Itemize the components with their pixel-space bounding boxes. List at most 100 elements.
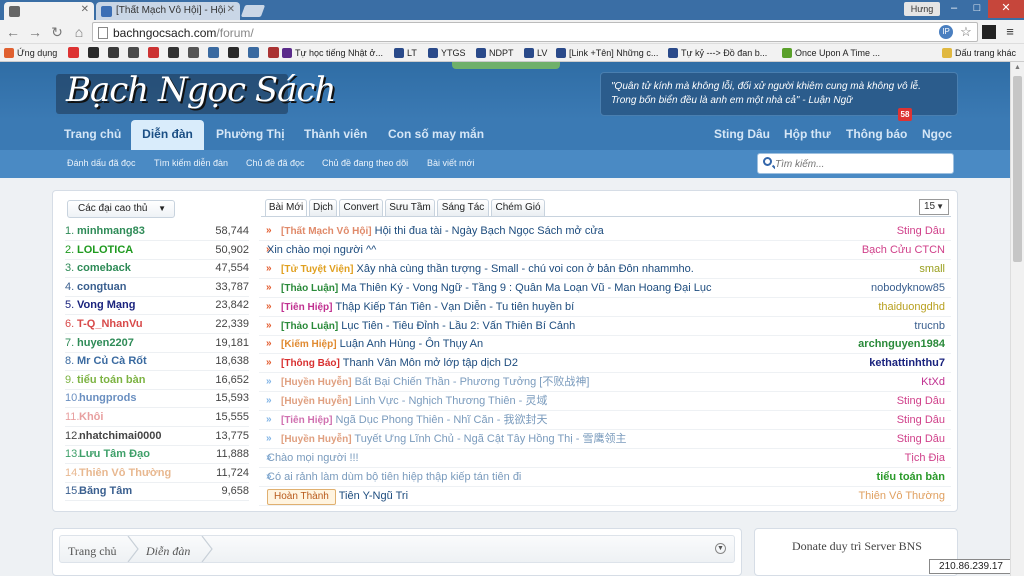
topic-category-prefix[interactable]: [Kiếm Hiệp] bbox=[281, 339, 337, 350]
last-poster-link[interactable]: tiểu toán bàn bbox=[877, 468, 945, 486]
search-input[interactable] bbox=[775, 157, 945, 171]
extension-icon[interactable] bbox=[982, 25, 996, 39]
member-name-link[interactable]: huyen2207 bbox=[77, 335, 134, 352]
nav-members[interactable]: Thành viên bbox=[294, 120, 377, 150]
bookmark-icon[interactable] bbox=[88, 47, 99, 58]
topic-title-link[interactable]: Có ai rảnh làm dùm bộ tiên hiệp thập kiế… bbox=[267, 471, 521, 483]
close-icon[interactable]: ✕ bbox=[81, 4, 89, 15]
tab-convert[interactable]: Convert bbox=[339, 199, 383, 217]
bookmark-item[interactable]: LV bbox=[524, 46, 547, 60]
member-name-link[interactable]: nhatchimai0000 bbox=[79, 428, 162, 445]
bookmark-icon[interactable] bbox=[68, 47, 79, 58]
topic-category-prefix[interactable]: [Thảo Luận] bbox=[281, 283, 338, 294]
bookmark-icon[interactable] bbox=[268, 47, 279, 58]
last-poster-link[interactable]: small bbox=[919, 260, 945, 278]
topic-title-link[interactable]: Linh Vực - Nghịch Thương Thiên - 灵域 bbox=[355, 395, 548, 407]
nav-forum[interactable]: Diễn đàn bbox=[131, 120, 204, 150]
bookmark-item[interactable]: Tự kỷ ---> Đồ đan b... bbox=[668, 46, 767, 60]
topic-title-link[interactable]: Ma Thiên Ký - Vong Ngữ - Tầng 9 : Quân M… bbox=[341, 282, 711, 294]
topic-category-prefix[interactable]: [Tiên Hiệp] bbox=[281, 415, 332, 426]
last-poster-link[interactable]: Sting Dâu bbox=[897, 411, 945, 429]
page-size-select[interactable]: 15 ▼ bbox=[919, 199, 949, 215]
bookmark-icon[interactable] bbox=[168, 47, 179, 58]
topic-title-link[interactable]: Xin chào mọi người ^^ bbox=[267, 244, 376, 256]
bookmark-item[interactable]: Once Upon A Time ... bbox=[782, 46, 880, 60]
bookmark-item[interactable]: [Link +Tên] Những c... bbox=[556, 46, 658, 60]
maximize-button[interactable]: □ bbox=[966, 0, 988, 18]
bookmark-item[interactable]: LT bbox=[394, 46, 417, 60]
leaderboard-dropdown[interactable]: Các đại cao thủ ▼ bbox=[67, 200, 175, 218]
last-poster-link[interactable]: trucnb bbox=[914, 317, 945, 335]
last-poster-link[interactable]: Bạch Cửu CTCN bbox=[862, 241, 945, 259]
search-forums-link[interactable]: Tìm kiếm diễn đàn bbox=[154, 158, 228, 168]
last-poster-link[interactable]: KtXd bbox=[921, 373, 945, 391]
home-icon[interactable]: ⌂ bbox=[70, 23, 88, 41]
bookmark-item[interactable]: NDPT bbox=[476, 46, 514, 60]
bookmark-icon[interactable] bbox=[228, 47, 239, 58]
last-poster-link[interactable]: archnguyen1984 bbox=[858, 335, 945, 353]
tab-writing[interactable]: Sáng Tác bbox=[437, 199, 489, 217]
tab-active[interactable]: ✕ bbox=[4, 2, 94, 20]
bookmark-item[interactable]: YTGS bbox=[428, 46, 466, 60]
address-bar[interactable]: bachngocsach.com/forum/ IP ☆ bbox=[92, 22, 978, 42]
tab-translate[interactable]: Dịch bbox=[309, 199, 337, 217]
read-threads-link[interactable]: Chủ đề đã đọc bbox=[246, 158, 305, 168]
tab-forum[interactable]: [Thất Mạch Vô Hội] - Hội ✕ bbox=[96, 2, 240, 20]
breadcrumb-forum[interactable]: Diễn đàn bbox=[146, 544, 190, 559]
last-poster-link[interactable]: kethattinhthu7 bbox=[869, 354, 945, 372]
bookmark-icon[interactable] bbox=[108, 47, 119, 58]
tab-chat[interactable]: Chém Gió bbox=[491, 199, 545, 217]
other-bookmarks[interactable]: Dấu trang khác bbox=[942, 46, 1016, 60]
new-tab-button[interactable] bbox=[240, 5, 266, 17]
member-name-link[interactable]: Lưu Tâm Đạo bbox=[79, 446, 150, 463]
member-name-link[interactable]: tiểu toán bàn bbox=[77, 372, 145, 389]
topic-title-link[interactable]: Xây nhà cùng thần tượng - Small - chú vo… bbox=[357, 263, 694, 275]
member-name-link[interactable]: Vong Mạng bbox=[77, 297, 135, 314]
close-icon[interactable]: ✕ bbox=[227, 4, 235, 15]
topic-category-prefix[interactable]: [Huyền Huyễn] bbox=[281, 396, 352, 407]
member-name-link[interactable]: hungprods bbox=[79, 390, 136, 407]
bookmark-icon[interactable] bbox=[208, 47, 219, 58]
bookmark-item[interactable]: Tự học tiếng Nhật ở... bbox=[282, 46, 383, 60]
back-arrow-icon[interactable]: ← bbox=[4, 23, 22, 41]
nav-notifications[interactable]: Thông báo bbox=[836, 120, 917, 150]
topic-category-prefix[interactable]: [Huyền Huyễn] bbox=[281, 434, 352, 445]
topic-title-link[interactable]: Tiên Y-Ngũ Tri bbox=[339, 490, 408, 502]
topic-title-link[interactable]: Thanh Vân Môn mở lớp tập dịch D2 bbox=[343, 357, 518, 369]
forward-arrow-icon[interactable]: → bbox=[26, 23, 44, 41]
minimize-button[interactable]: – bbox=[942, 0, 966, 18]
last-poster-link[interactable]: Sting Dâu bbox=[897, 392, 945, 410]
last-poster-link[interactable]: Sting Dâu bbox=[897, 222, 945, 240]
window-close-button[interactable]: ✕ bbox=[988, 0, 1024, 18]
collapse-icon[interactable]: ▼ bbox=[715, 543, 726, 554]
nav-market[interactable]: Phường Thị bbox=[206, 120, 295, 150]
site-logo[interactable]: Bạch Ngọc Sách bbox=[66, 70, 336, 110]
last-poster-link[interactable]: Thiên Vô Thường bbox=[858, 487, 945, 505]
topic-category-prefix[interactable]: [Tiên Hiệp] bbox=[281, 302, 332, 313]
topic-title-link[interactable]: Hội thi đua tài - Ngày Bạch Ngọc Sách mở… bbox=[375, 225, 604, 237]
topic-title-link[interactable]: Thập Kiếp Tán Tiên - Vạn Diễn - Tu tiên … bbox=[335, 301, 574, 313]
last-poster-link[interactable]: Sting Dâu bbox=[897, 430, 945, 448]
topic-category-prefix[interactable]: [Thất Mạch Vô Hội] bbox=[281, 226, 372, 237]
member-name-link[interactable]: T-Q_NhanVu bbox=[77, 316, 143, 333]
extension-ip-icon[interactable]: IP bbox=[939, 25, 953, 39]
member-name-link[interactable]: Thiên Vô Thường bbox=[79, 465, 171, 482]
member-name-link[interactable]: LOLOTICA bbox=[77, 242, 133, 259]
tab-collection[interactable]: Sưu Tầm bbox=[385, 199, 435, 217]
last-poster-link[interactable]: thaiduongdhd bbox=[878, 298, 945, 316]
member-name-link[interactable]: comeback bbox=[77, 260, 131, 277]
nav-gems[interactable]: Ngọc bbox=[912, 120, 962, 150]
topic-title-link[interactable]: Luận Anh Hùng - Ôn Thụy An bbox=[340, 338, 484, 350]
topic-title-link[interactable]: Tuyết Ưng Lĩnh Chủ - Ngã Cật Tây Hồng Th… bbox=[354, 433, 626, 445]
topic-category-prefix[interactable]: [Huyền Huyễn] bbox=[281, 377, 352, 388]
site-search[interactable] bbox=[757, 153, 954, 174]
bookmark-icon[interactable] bbox=[188, 47, 199, 58]
member-name-link[interactable]: Băng Tâm bbox=[79, 483, 132, 500]
watched-threads-link[interactable]: Chủ đề đang theo dõi bbox=[322, 158, 408, 168]
scroll-up-icon[interactable]: ▲ bbox=[1014, 64, 1021, 71]
page-scrollbar[interactable]: ▲ bbox=[1010, 62, 1024, 576]
nav-home[interactable]: Trang chủ bbox=[54, 120, 131, 150]
scrollbar-thumb[interactable] bbox=[1013, 76, 1022, 262]
bookmark-icon[interactable] bbox=[148, 47, 159, 58]
member-name-link[interactable]: Khôi bbox=[79, 409, 103, 426]
